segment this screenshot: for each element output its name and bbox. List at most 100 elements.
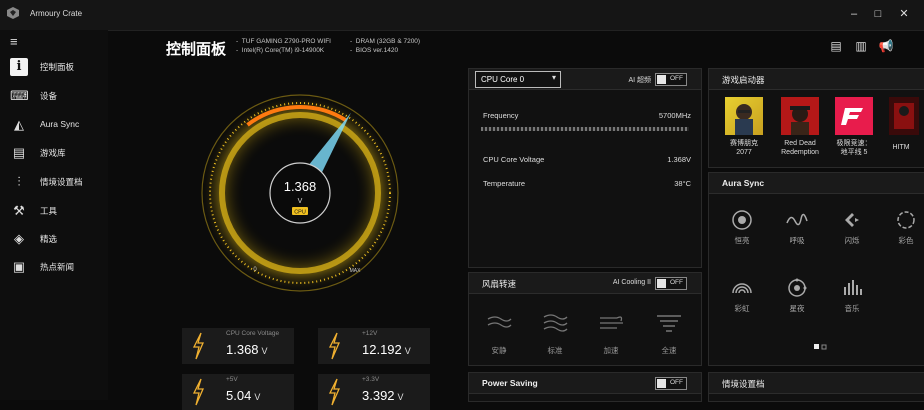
sidebar-item-label: 工具 <box>40 206 58 216</box>
aura-icon: ◭ <box>14 117 24 132</box>
toggle-state: OFF <box>670 379 683 386</box>
fan-mode-label: 标准 <box>547 346 563 355</box>
lightning-icon <box>328 332 340 360</box>
panel-header: 情境设置档 <box>709 373 924 394</box>
ai-overclock-toggle[interactable]: OFF <box>655 73 687 86</box>
stat-label: +3.3V <box>362 376 380 383</box>
sidebar-item-aura-sync[interactable]: ◭ Aura Sync <box>0 112 108 138</box>
stat-12v: +12V 12.192 V <box>318 328 430 364</box>
fan-silent-icon[interactable] <box>485 313 513 333</box>
aura-sync-panel: Aura Sync 恒亮 呼吸 闪烁 彩色 彩虹 星夜 音乐 <box>708 172 924 366</box>
stat-label: +5V <box>226 376 238 383</box>
sidebar: ≡ i 控制面板 ⌨ 设备 ◭ Aura Sync ▤ 游戏库 ⫶ 情境设置档 … <box>0 30 108 400</box>
tag-icon: ◈ <box>14 231 24 246</box>
stat-value: 12.192 V <box>362 342 411 357</box>
panel-header: Power Saving OFF <box>469 373 701 394</box>
close-button[interactable]: ✕ <box>895 6 913 22</box>
sidebar-item-devices[interactable]: ⌨ 设备 <box>0 83 108 109</box>
notes-icon[interactable]: ▤ <box>828 38 844 54</box>
bios-spec: - BIOS ver.1420 <box>350 47 399 54</box>
hitman-cover-icon <box>894 103 914 129</box>
stat-value: 5.04 V <box>226 388 261 403</box>
sidebar-item-label: 设备 <box>40 91 58 101</box>
aura-effect-label: 星夜 <box>789 304 805 313</box>
ai-cooling-toggle[interactable]: OFF <box>655 277 687 290</box>
stat-cpu-core-voltage: CPU Core Voltage 1.368 V <box>182 328 294 364</box>
hamburger-menu-icon[interactable]: ≡ <box>10 34 18 49</box>
device-icon: ⌨ <box>10 88 29 103</box>
aura-effect-label: 闪烁 <box>844 236 860 245</box>
window-title: Armoury Crate <box>30 9 83 18</box>
fan-mode-label: 加速 <box>603 346 619 355</box>
frequency-label: Frequency <box>483 111 519 120</box>
fan-turbo-icon[interactable] <box>597 313 625 333</box>
sidebar-item-game-library[interactable]: ▤ 游戏库 <box>0 140 108 166</box>
aura-effect-label: 音乐 <box>844 304 860 313</box>
stat-5v: +5V 5.04 V <box>182 374 294 410</box>
announcement-icon[interactable]: 📢 <box>878 38 894 54</box>
pagination-dots[interactable] <box>814 344 828 350</box>
scenario-icon: ⫶ <box>17 174 21 189</box>
sidebar-item-featured[interactable]: ◈ 精选 <box>0 226 108 252</box>
cpu-core-select[interactable]: CPU Core 0 ▾ <box>475 71 561 88</box>
breathing-effect-icon[interactable] <box>786 209 808 231</box>
forza-cover-icon <box>841 108 863 125</box>
list-icon[interactable]: ▥ <box>853 38 869 54</box>
flash-effect-icon[interactable] <box>841 209 863 231</box>
game-tile-forza[interactable] <box>835 97 873 135</box>
tools-icon: ⚒ <box>13 203 25 218</box>
sidebar-item-dashboard[interactable]: i 控制面板 <box>0 54 108 80</box>
temperature-value: 38°C <box>674 179 691 188</box>
maximize-button[interactable]: □ <box>869 6 887 22</box>
stat-label: +12V <box>362 330 378 337</box>
game-tile-red-dead[interactable] <box>781 97 819 135</box>
aura-panel-title: Aura Sync <box>722 178 765 188</box>
stat-value: 1.368 V <box>226 342 268 357</box>
cyberpunk-cover-icon <box>735 104 753 135</box>
panel-header: 游戏启动器 <box>709 69 924 90</box>
sidebar-item-news[interactable]: ▣ 热点新闻 <box>0 254 108 280</box>
sidebar-item-scenario-profiles[interactable]: ⫶ 情境设置档 <box>0 169 108 195</box>
fan-standard-icon[interactable] <box>541 313 569 333</box>
voltage-gauge: 1.368 V CPU 0 MAX <box>200 93 400 293</box>
static-effect-icon[interactable] <box>731 209 753 231</box>
game-title: HITM <box>892 144 910 151</box>
panel-header: Aura Sync <box>709 173 924 194</box>
game-title: Red Dead Redemption <box>781 140 819 156</box>
fan-full-speed-icon[interactable] <box>655 313 683 333</box>
lightning-icon <box>328 378 340 406</box>
starry-night-effect-icon[interactable] <box>786 277 808 299</box>
game-title: 赛博朋克 2077 <box>730 140 758 156</box>
lightning-icon <box>192 332 204 360</box>
frequency-bar <box>481 127 689 131</box>
aura-effect-label: 恒亮 <box>734 236 750 245</box>
chevron-down-icon: ▾ <box>551 73 556 82</box>
game-tile-hitman[interactable] <box>889 97 919 135</box>
title-bar: Armoury Crate – □ ✕ <box>0 0 924 31</box>
news-icon: ▣ <box>12 259 26 274</box>
game-title: 极限竞速： 地平线 5 <box>836 140 872 156</box>
game-tile-cyberpunk[interactable] <box>725 97 763 135</box>
rainbow-effect-icon[interactable] <box>731 277 753 299</box>
aura-effect-label: 呼吸 <box>789 236 805 245</box>
panel-header: 风扇转速 AI Cooling II OFF <box>469 273 701 294</box>
dram-spec: - DRAM (32GB & 7200) <box>350 38 421 45</box>
motherboard-spec: - TUF GAMING Z790-PRO WIFI <box>236 38 331 45</box>
music-effect-icon[interactable] <box>841 277 863 299</box>
toggle-knob <box>657 75 666 84</box>
aura-effect-label: 彩色 <box>898 236 914 245</box>
sidebar-item-label: 热点新闻 <box>40 262 75 272</box>
armoury-crate-logo-icon <box>7 7 19 19</box>
color-cycle-effect-icon[interactable] <box>895 209 917 231</box>
power-saving-toggle[interactable]: OFF <box>655 377 687 390</box>
ai-overclock-label: AI 超频 <box>628 77 651 84</box>
gauge-cpu-label: CPU <box>294 210 306 216</box>
toggle-knob <box>657 379 666 388</box>
sidebar-item-label: 精选 <box>40 234 58 244</box>
sidebar-item-label: 情境设置档 <box>40 177 83 187</box>
sidebar-item-label: 控制面板 <box>40 62 75 72</box>
toggle-state: OFF <box>670 279 683 286</box>
sidebar-item-tools[interactable]: ⚒ 工具 <box>0 198 108 224</box>
minimize-button[interactable]: – <box>845 6 863 22</box>
stat-label: CPU Core Voltage <box>226 330 280 337</box>
